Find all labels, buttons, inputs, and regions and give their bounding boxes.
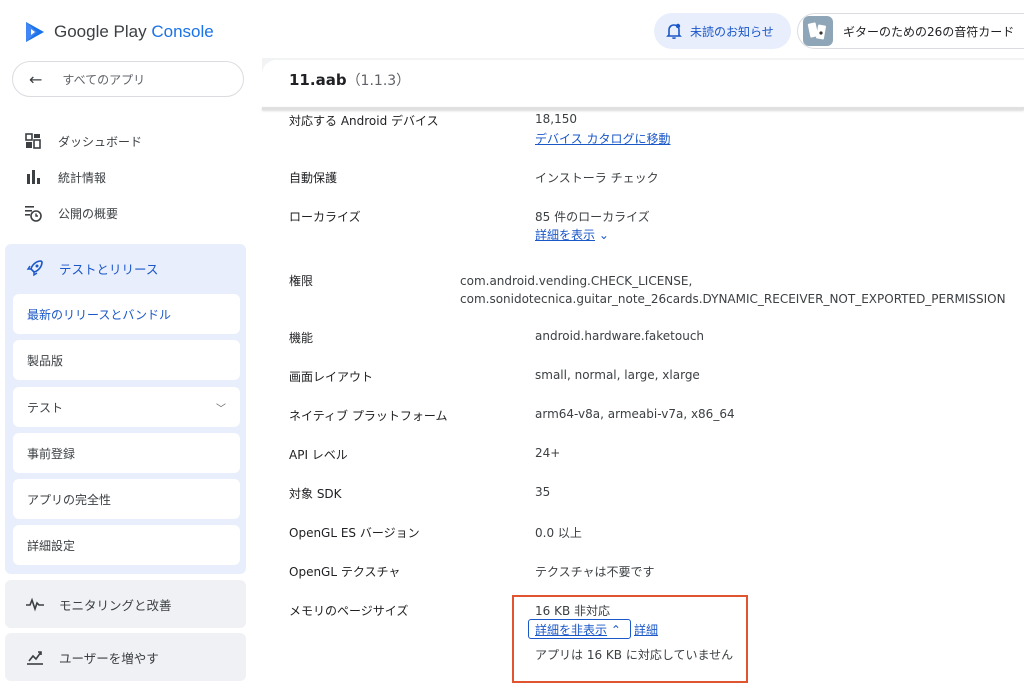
monitoring-group[interactable]: モニタリングと改善 [5, 580, 246, 628]
notifications-label: 未読のお知らせ [690, 24, 774, 39]
notifications-button[interactable]: 未読のお知らせ [654, 13, 791, 49]
all-apps-label: すべてのアプリ [62, 72, 146, 87]
localize-show-details-link[interactable]: 詳細を表示 ⌄ [535, 226, 609, 243]
rocket-icon [26, 260, 43, 277]
release-group: テストとリリース 最新のリリースとバンドル 製品版 テスト ﹀ 事前登録 アプリの… [5, 244, 246, 574]
nav-statistics-label: 統計情報 [58, 170, 107, 185]
memory-note: アプリは 16 KB に対応していません [535, 648, 734, 662]
schedule-list-icon [24, 204, 42, 222]
memory-page-size-value: 16 KB 非対応 [535, 604, 611, 618]
app-selector[interactable]: ギターのための26の音符カード [797, 13, 1024, 49]
memory-details-link[interactable]: 詳細 [634, 621, 658, 638]
localize-value: 85 件のローカライズ [535, 210, 650, 224]
protection-value: インストーラ チェック [535, 171, 659, 185]
play-console-logo-icon [26, 22, 44, 42]
permissions-label: 権限 [289, 274, 314, 288]
permission-1: com.android.vending.CHECK_LICENSE, [460, 274, 693, 288]
bundle-version: （1.1.3） [346, 73, 411, 89]
localize-label: ローカライズ [289, 210, 361, 224]
features-value: android.hardware.faketouch [535, 329, 705, 343]
sub-item-label: アプリの完全性 [27, 492, 112, 507]
all-apps-button[interactable]: ← すべてのアプリ [12, 61, 244, 97]
header-divider [262, 107, 1024, 110]
sub-item-latest-releases[interactable]: 最新のリリースとバンドル [13, 294, 240, 334]
bell-icon [666, 23, 682, 39]
bundle-title: 11.aab（1.1.3） [289, 70, 410, 90]
api-level-label: API レベル [289, 448, 348, 462]
app-icon [803, 16, 833, 46]
opengl-texture-label: OpenGL テクスチャ [289, 565, 401, 579]
sub-item-label: テスト [27, 400, 64, 415]
protection-label: 自動保護 [289, 171, 338, 185]
sub-item-advanced-settings[interactable]: 詳細設定 [13, 525, 240, 565]
chevron-up-icon: ⌃ [607, 623, 621, 637]
monitoring-label: モニタリングと改善 [59, 597, 172, 613]
grow-users-label: ユーザーを増やす [59, 650, 159, 666]
nav-publishing-overview[interactable]: 公開の概要 [24, 203, 118, 223]
release-group-header[interactable]: テストとリリース [25, 258, 158, 278]
permission-2: com.sonidotecnica.guitar_note_26cards.DY… [460, 292, 1006, 306]
bundle-file-name: 11.aab [289, 71, 347, 89]
sub-item-label: 最新のリリースとバンドル [27, 307, 172, 322]
sidebar: Google Play Console ← すべてのアプリ ダッシュボード 統計… [0, 0, 262, 689]
memory-page-size-label: メモリのページサイズ [289, 604, 409, 618]
back-arrow-icon: ← [29, 69, 43, 89]
opengl-texture-value: テクスチャは不要です [535, 565, 655, 579]
bar-chart-icon [24, 168, 42, 186]
sub-item-production[interactable]: 製品版 [13, 340, 240, 380]
growth-icon [27, 651, 43, 665]
app-name: ギターのための26の音符カード [843, 24, 1015, 39]
native-platform-value: arm64-v8a, armeabi-v7a, x86_64 [535, 407, 735, 421]
logo-text-accent: Console [151, 22, 214, 41]
device-catalog-link[interactable]: デバイス カタログに移動 [535, 130, 670, 147]
sub-item-label: 事前登録 [27, 446, 76, 461]
target-sdk-label: 対象 SDK [289, 487, 342, 501]
sub-item-label: 製品版 [27, 353, 64, 368]
sub-item-app-integrity[interactable]: アプリの完全性 [13, 479, 240, 519]
pulse-icon [26, 597, 44, 612]
release-group-label: テストとリリース [59, 261, 159, 277]
devices-value: 18,150 [535, 112, 577, 126]
nav-dashboard-label: ダッシュボード [58, 134, 143, 149]
nav-dashboard[interactable]: ダッシュボード [24, 131, 142, 151]
sub-item-testing[interactable]: テスト ﹀ [13, 387, 240, 427]
hide-details-link[interactable]: 詳細を非表示 ⌃ [535, 621, 621, 638]
opengl-version-value: 0.0 以上 [535, 526, 582, 540]
dashboard-icon [24, 132, 42, 150]
opengl-version-label: OpenGL ES バージョン [289, 526, 420, 540]
play-console-logo[interactable]: Google Play Console [24, 18, 214, 46]
hide-details-label: 詳細を非表示 [535, 623, 608, 637]
chevron-down-icon: ⌄ [595, 228, 609, 242]
sub-item-label: 詳細設定 [27, 538, 76, 553]
grow-users-group[interactable]: ユーザーを増やす [5, 633, 246, 681]
logo-text-main: Google Play [54, 22, 147, 41]
screen-layout-label: 画面レイアウト [289, 370, 374, 384]
show-details-label: 詳細を表示 [535, 228, 596, 242]
devices-label: 対応する Android デバイス [289, 114, 439, 128]
screen-layout-value: small, normal, large, xlarge [535, 368, 700, 382]
native-platform-label: ネイティブ プラットフォーム [289, 409, 448, 423]
nav-statistics[interactable]: 統計情報 [24, 167, 106, 187]
features-label: 機能 [289, 331, 314, 345]
target-sdk-value: 35 [535, 485, 551, 499]
chevron-down-icon: ﹀ [216, 403, 226, 415]
api-level-value: 24+ [535, 446, 561, 460]
nav-publishing-overview-label: 公開の概要 [58, 206, 119, 221]
sub-item-pre-registration[interactable]: 事前登録 [13, 433, 240, 473]
